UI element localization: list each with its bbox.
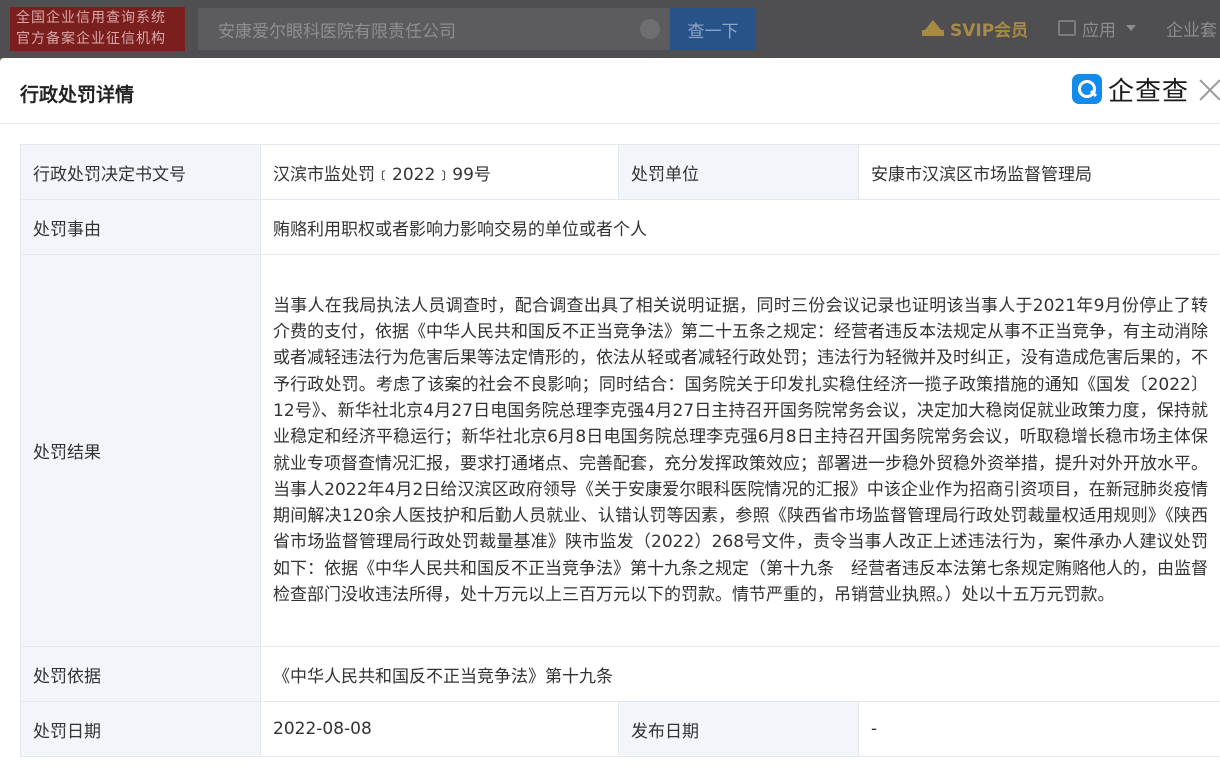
modal-title: 行政处罚详情 (20, 84, 135, 106)
penalty-detail-modal: 行政处罚详情 企查查 行政处罚决定书文号 汉滨市监处罚﹝2022﹞99号 处罚单… (0, 58, 1220, 766)
basis-value: 《中华人民共和国反不正当竞争法》第十九条 (260, 646, 1220, 702)
qichacha-logo: 企查查 (1072, 72, 1190, 107)
result-value: 当事人在我局执法人员调查时，配合调查出具了相关说明证据，同时三份会议记录也证明该… (260, 254, 1220, 647)
result-label: 处罚结果 (20, 254, 261, 647)
top-bar: 全国企业信用查询系统 官方备案企业征信机构 查一下 SVIP会员 应用 企业套 (0, 0, 1220, 58)
publish-value: - (858, 701, 1220, 757)
close-icon[interactable] (1198, 78, 1220, 102)
publish-label: 发布日期 (618, 701, 859, 757)
apps-label: 应用 (1082, 20, 1116, 41)
table-row: 行政处罚决定书文号 汉滨市监处罚﹝2022﹞99号 处罚单位 安康市汉滨区市场监… (20, 144, 1220, 200)
search-box (198, 8, 670, 50)
brand-line-2: 官方备案企业征信机构 (16, 31, 166, 47)
chevron-down-icon (1126, 25, 1136, 31)
reason-value: 贿赂利用职权或者影响力影响交易的单位或者个人 (260, 199, 1220, 255)
reason-label: 处罚事由 (20, 199, 261, 255)
unit-label: 处罚单位 (618, 144, 859, 200)
penalty-detail-table: 行政处罚决定书文号 汉滨市监处罚﹝2022﹞99号 处罚单位 安康市汉滨区市场监… (20, 144, 1220, 757)
date-label: 处罚日期 (20, 701, 261, 757)
apps-icon (1058, 20, 1076, 36)
doc-no-value: 汉滨市监处罚﹝2022﹞99号 (260, 144, 619, 200)
brand-logo[interactable]: 全国企业信用查询系统 官方备案企业征信机构 (10, 7, 185, 51)
table-row: 处罚事由 贿赂利用职权或者影响力影响交易的单位或者个人 (20, 199, 1220, 255)
brand-line-1: 全国企业信用查询系统 (16, 10, 166, 26)
clear-icon[interactable] (640, 19, 660, 39)
search-button[interactable]: 查一下 (670, 8, 756, 50)
svip-link[interactable]: SVIP会员 (922, 14, 1028, 42)
table-row: 处罚日期 2022-08-08 发布日期 - (20, 701, 1220, 757)
enterprise-menu[interactable]: 企业套 (1166, 14, 1217, 42)
table-row: 处罚结果 当事人在我局执法人员调查时，配合调查出具了相关说明证据，同时三份会议记… (20, 254, 1220, 647)
date-value: 2022-08-08 (260, 701, 619, 757)
apps-menu[interactable]: 应用 (1058, 14, 1136, 42)
unit-value: 安康市汉滨区市场监督管理局 (858, 144, 1220, 200)
search-input[interactable] (218, 8, 638, 50)
doc-no-label: 行政处罚决定书文号 (20, 144, 261, 200)
crown-icon (922, 20, 944, 36)
table-row: 处罚依据 《中华人民共和国反不正当竞争法》第十九条 (20, 646, 1220, 702)
qichacha-logo-icon (1072, 74, 1102, 104)
modal-header: 行政处罚详情 企查查 (0, 58, 1220, 124)
basis-label: 处罚依据 (20, 646, 261, 702)
logo-text: 企查查 (1108, 76, 1190, 107)
svip-label: SVIP会员 (950, 20, 1029, 41)
